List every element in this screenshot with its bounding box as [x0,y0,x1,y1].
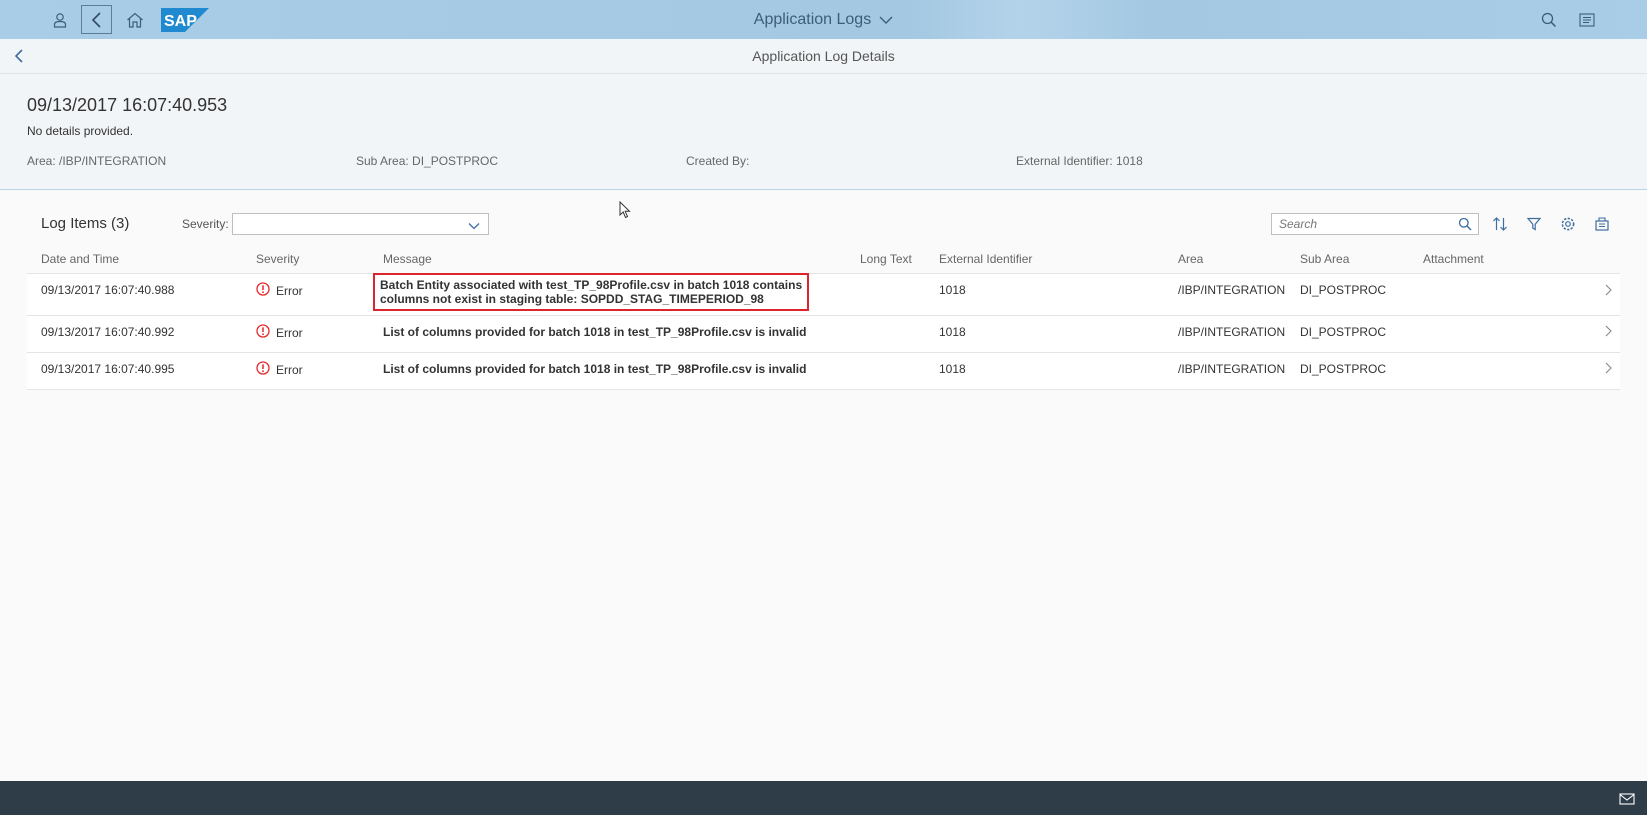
log-items-table: Date and Time Severity Message Long Text… [27,247,1620,390]
severity-text: Error [276,283,303,298]
error-icon [256,282,270,299]
column-area[interactable]: Area [1178,252,1203,266]
row-severity: Error [256,282,303,299]
search-field[interactable] [1271,213,1479,235]
row-message: List of columns provided for batch 1018 … [383,362,807,376]
severity-label: Severity: [182,217,229,231]
area-attribute: Area: /IBP/INTEGRATION [27,154,167,168]
severity-select[interactable] [232,213,489,235]
chevron-right-icon[interactable] [1604,325,1612,340]
chevron-right-icon[interactable] [1604,362,1612,377]
object-header: 09/13/2017 16:07:40.953 No details provi… [0,74,1647,190]
row-message: Batch Entity associated with test_TP_98P… [372,273,810,311]
row-area: /IBP/INTEGRATION [1178,362,1286,376]
column-long-text[interactable]: Long Text [860,252,912,266]
row-area: /IBP/INTEGRATION [1178,283,1286,297]
log-timestamp: 09/13/2017 16:07:40.953 [27,95,228,115]
row-sub-area: DI_POSTPROC [1300,283,1387,297]
chevron-down-icon [468,218,480,236]
error-icon [256,361,270,378]
row-external-id: 1018 [939,325,966,339]
created-by-attribute: Created By: [686,154,750,168]
column-message[interactable]: Message [383,252,432,266]
shell-bar: SAP Application Logs [0,0,1647,39]
log-items-title: Log Items (3) [41,215,130,232]
column-external-id[interactable]: External Identifier [939,252,1032,266]
home-icon[interactable] [119,5,150,34]
message-line: Batch Entity associated with test_TP_98P… [380,278,803,292]
mail-icon[interactable] [1619,792,1635,810]
row-date-time: 09/13/2017 16:07:40.995 [41,362,175,376]
chevron-right-icon[interactable] [1604,284,1612,299]
error-icon [256,324,270,341]
severity-text: Error [276,362,303,377]
app-title-menu[interactable]: Application Logs [754,11,893,29]
user-icon[interactable] [44,5,75,34]
row-severity: Error [256,324,303,341]
table-header: Date and Time Severity Message Long Text… [27,247,1620,274]
svg-text:SAP: SAP [164,13,197,30]
table-row[interactable]: 09/13/2017 16:07:40.992 Error List of co… [27,316,1620,353]
sort-icon[interactable] [1489,213,1511,235]
table-row[interactable]: 09/13/2017 16:07:40.995 Error List of co… [27,353,1620,390]
message-line: columns not exist in staging table: SOPD… [380,292,764,306]
filter-icon[interactable] [1523,213,1545,235]
mouse-cursor-icon [619,200,631,224]
row-severity: Error [256,361,303,378]
row-sub-area: DI_POSTPROC [1300,362,1387,376]
row-external-id: 1018 [939,283,966,297]
sap-logo[interactable]: SAP [161,8,209,32]
export-icon[interactable] [1591,213,1613,235]
app-title: Application Logs [753,10,872,28]
column-date-time[interactable]: Date and Time [41,252,119,266]
severity-text: Error [276,325,303,340]
page-title: Application Log Details [752,48,895,64]
column-sub-area[interactable]: Sub Area [1300,252,1349,266]
chevron-down-icon [879,15,893,25]
footer-bar [0,781,1647,815]
row-area: /IBP/INTEGRATION [1178,325,1286,339]
row-external-id: 1018 [939,362,966,376]
settings-icon[interactable] [1557,213,1579,235]
log-description: No details provided. [27,124,134,138]
column-attachment[interactable]: Attachment [1423,252,1484,266]
sub-area-attribute: Sub Area: DI_POSTPROC [356,154,499,168]
search-icon[interactable] [1533,5,1564,34]
menu-icon[interactable] [1571,5,1602,34]
external-id-attribute: External Identifier: 1018 [1016,154,1143,168]
sub-header: Application Log Details [0,39,1647,74]
column-severity[interactable]: Severity [256,252,299,266]
table-row[interactable]: 09/13/2017 16:07:40.988 Error Batch Enti… [27,273,1620,316]
back-icon[interactable] [81,5,112,34]
row-date-time: 09/13/2017 16:07:40.988 [41,283,175,297]
search-icon[interactable] [1458,217,1472,236]
row-date-time: 09/13/2017 16:07:40.992 [41,325,175,339]
row-message: List of columns provided for batch 1018 … [383,325,807,339]
search-input[interactable] [1272,214,1442,234]
row-sub-area: DI_POSTPROC [1300,325,1387,339]
